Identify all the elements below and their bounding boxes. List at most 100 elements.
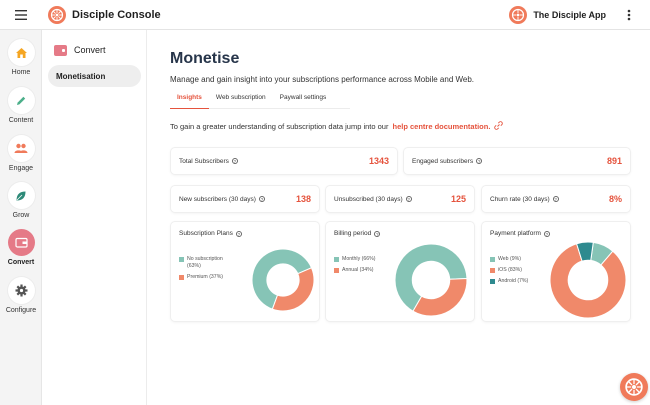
- wallet-icon: [54, 44, 67, 56]
- nav-engage[interactable]: Engage: [0, 135, 42, 172]
- stat-value: 1343: [368, 156, 389, 166]
- legend-label: Web (9%): [498, 256, 521, 262]
- legend-item: Android (7%): [490, 278, 545, 285]
- chart-card-subscription-plans: Subscription Plans? No subscription (63%…: [171, 222, 319, 321]
- chart-title: Billing period?: [334, 230, 381, 237]
- stat-label-text: New subscribers (30 days): [179, 195, 256, 203]
- nav-label: Engage: [8, 165, 34, 172]
- chart-title-text: Billing period: [334, 230, 372, 237]
- stat-label-text: Churn rate (30 days): [490, 195, 550, 203]
- chart-card-payment-platform: Payment platform? Web (9%) iOS (83%) And…: [482, 222, 630, 321]
- stat-value: 138: [295, 194, 311, 204]
- help-icon[interactable]: ?: [374, 230, 381, 237]
- stat-label: Unsubscribed (30 days)?: [334, 196, 412, 203]
- tab-insights[interactable]: Insights: [170, 93, 209, 109]
- link-icon[interactable]: [494, 121, 504, 132]
- legend-label: Premium (37%): [187, 274, 224, 280]
- nav-content[interactable]: Content: [0, 87, 42, 124]
- brand-name: Disciple Console: [72, 8, 161, 21]
- billing-period-donut: [394, 243, 468, 317]
- stat-value: 891: [606, 156, 622, 166]
- chart-title-text: Subscription Plans: [179, 230, 233, 237]
- legend-swatch: [179, 275, 184, 280]
- nav-convert[interactable]: Convert: [0, 229, 42, 266]
- payment-platform-donut: [549, 241, 627, 319]
- tab-paywall-settings[interactable]: Paywall settings: [273, 93, 334, 109]
- help-icon[interactable]: ?: [543, 230, 550, 237]
- support-launcher-button[interactable]: [620, 373, 648, 401]
- disciple-logo-icon: [48, 5, 66, 24]
- nav-configure[interactable]: Configure: [0, 277, 42, 314]
- legend-item: Annual (34%): [334, 267, 389, 274]
- legend-swatch: [334, 268, 339, 273]
- brand[interactable]: Disciple Console: [48, 5, 161, 24]
- donut-slice[interactable]: [412, 277, 468, 317]
- help-icon[interactable]: ?: [231, 158, 238, 164]
- chart-legend: Monthly (66%) Annual (34%): [334, 256, 389, 278]
- chart-title-text: Payment platform: [490, 230, 541, 237]
- stat-label-text: Engaged subscribers: [412, 157, 474, 165]
- legend-item: Web (9%): [490, 256, 545, 263]
- nav-label: Home: [11, 69, 31, 76]
- stat-card-churn-rate: Churn rate (30 days)? 8%: [482, 186, 630, 212]
- nav-label: Configure: [5, 307, 37, 314]
- more-options-icon[interactable]: [622, 5, 636, 25]
- wallet-icon: [7, 229, 35, 256]
- legend-item: iOS (83%): [490, 267, 545, 274]
- sidebar-item-monetisation[interactable]: Monetisation: [48, 65, 141, 87]
- sidebar-header-label: Convert: [74, 45, 106, 55]
- disciple-logo-icon: [625, 378, 643, 396]
- stat-label: Churn rate (30 days)?: [490, 196, 559, 203]
- tab-web-subscription[interactable]: Web subscription: [209, 93, 273, 109]
- help-info-text: To gain a greater understanding of subsc…: [170, 122, 389, 131]
- page-description: Manage and gain insight into your subscr…: [170, 75, 475, 84]
- gear-icon: [7, 277, 35, 304]
- stat-label: New subscribers (30 days)?: [179, 196, 265, 203]
- chart-title: Subscription Plans?: [179, 230, 242, 237]
- help-icon[interactable]: ?: [476, 158, 483, 164]
- app-switcher[interactable]: The Disciple App: [533, 10, 606, 20]
- nav-home[interactable]: Home: [0, 39, 42, 76]
- stat-card-new-subscribers: New subscribers (30 days)? 138: [171, 186, 319, 212]
- subscription-plans-donut: [251, 248, 315, 312]
- legend-swatch: [490, 268, 495, 273]
- donut-slice[interactable]: [271, 267, 315, 312]
- help-icon[interactable]: ?: [235, 230, 242, 237]
- stat-card-unsubscribed: Unsubscribed (30 days)? 125: [326, 186, 474, 212]
- legend-label: Android (7%): [498, 278, 529, 284]
- menu-icon[interactable]: [0, 0, 42, 30]
- nav-label: Content: [8, 117, 34, 124]
- chart-legend: Web (9%) iOS (83%) Android (7%): [490, 256, 545, 289]
- stat-label: Engaged subscribers?: [412, 157, 483, 165]
- help-icon[interactable]: ?: [405, 196, 412, 202]
- top-bar: Disciple Console The Disciple App: [0, 0, 650, 30]
- chart-legend: No subscription (63%) Premium (37%): [179, 256, 234, 285]
- main-content: Monetise Manage and gain insight into yo…: [170, 30, 640, 132]
- stat-card-total-subscribers: Total Subscribers? 1343: [171, 148, 397, 174]
- nav-label: Convert: [7, 259, 35, 266]
- legend-label: iOS (83%): [498, 267, 522, 273]
- stat-label: Total Subscribers?: [179, 158, 238, 165]
- stat-value: 125: [450, 194, 466, 204]
- secondary-sidebar: Convert Monetisation: [42, 30, 147, 405]
- stat-value: 8%: [608, 194, 622, 204]
- nav-grow[interactable]: Grow: [0, 182, 42, 219]
- legend-swatch: [179, 257, 184, 262]
- help-centre-link[interactable]: help centre documentation.: [392, 122, 490, 131]
- chart-title: Payment platform?: [490, 230, 550, 237]
- people-icon: [7, 135, 35, 162]
- help-icon[interactable]: ?: [552, 196, 559, 202]
- legend-item: Premium (37%): [179, 274, 234, 281]
- leaf-icon: [7, 182, 35, 209]
- legend-swatch: [490, 257, 495, 262]
- help-icon[interactable]: ?: [258, 196, 265, 202]
- home-icon: [7, 39, 35, 66]
- pencil-icon: [7, 87, 35, 114]
- legend-label: No subscription (63%): [187, 256, 223, 269]
- stat-label-text: Total Subscribers: [179, 157, 229, 165]
- sidebar-header: Convert: [42, 30, 146, 60]
- tab-bar: Insights Web subscription Paywall settin…: [170, 93, 350, 109]
- page-title: Monetise: [170, 50, 240, 67]
- legend-swatch: [334, 257, 339, 262]
- chart-card-billing-period: Billing period? Monthly (66%) Annual (34…: [326, 222, 474, 321]
